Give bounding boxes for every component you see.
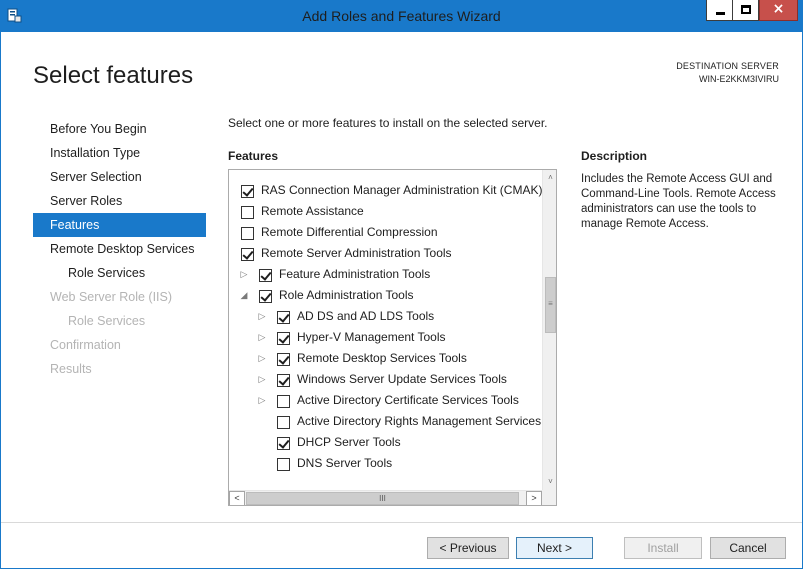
description-heading: Description [581,149,648,163]
close-button[interactable]: × [759,0,798,21]
nav-step-confirmation: Confirmation [50,338,121,352]
feature-checkbox[interactable] [277,353,290,366]
horizontal-scrollbar[interactable]: < III > [229,490,542,505]
scroll-left-icon[interactable]: < [229,491,245,505]
expand-arrow-icon[interactable]: ▷ [257,369,267,390]
destination-server-name: WIN-E2KKM3IVIRU [698,74,779,84]
feature-checkbox[interactable] [277,395,290,408]
scrollbar-corner [542,490,556,505]
feature-row[interactable]: Remote Assistance [229,201,542,222]
features-heading: Features [228,149,279,163]
feature-label[interactable]: Remote Server Administration Tools [261,243,452,264]
feature-label[interactable]: Active Directory Certificate Services To… [297,390,519,411]
feature-checkbox[interactable] [277,437,290,450]
previous-button[interactable]: < Previous [427,537,509,559]
instruction-text: Select one or more features to install o… [228,116,548,130]
grip-icon: ≡ [548,299,553,308]
feature-row[interactable]: DHCP Server Tools [229,432,542,453]
feature-row[interactable]: ▷ Hyper-V Management Tools [229,327,542,348]
feature-label[interactable]: DHCP Server Tools [297,432,401,453]
collapse-arrow-icon[interactable]: ◢ [239,285,249,306]
feature-checkbox[interactable] [277,311,290,324]
horizontal-scroll-thumb[interactable]: III [246,492,519,505]
nav-step-server-roles[interactable]: Server Roles [33,189,206,213]
feature-checkbox[interactable] [241,248,254,261]
feature-label[interactable]: Feature Administration Tools [279,264,430,285]
nav-step-installation-type[interactable]: Installation Type [33,141,206,165]
feature-row[interactable]: ▷ AD DS and AD LDS Tools [229,306,542,327]
expand-arrow-icon[interactable]: ▷ [257,306,267,327]
close-icon: × [772,1,785,17]
feature-label[interactable]: Windows Server Update Services Tools [297,369,507,390]
nav-step-results: Results [50,362,92,376]
feature-row[interactable]: ▷ Feature Administration Tools [229,264,542,285]
feature-row[interactable]: ▷ Active Directory Certificate Services T… [229,390,542,411]
cancel-button[interactable]: Cancel [710,537,786,559]
nav-step-web-server-role-iis: Web Server Role (IIS) [50,290,173,304]
feature-row[interactable]: RAS Connection Manager Administration Ki… [229,180,542,201]
feature-checkbox[interactable] [241,185,254,198]
feature-checkbox[interactable] [277,374,290,387]
expand-arrow-icon[interactable]: ▷ [239,264,249,285]
feature-row[interactable]: ▷ Remote Desktop Services Tools [229,348,542,369]
feature-checkbox[interactable] [277,332,290,345]
nav-step-before-you-begin[interactable]: Before You Begin [33,117,206,141]
scroll-down-icon[interactable]: ˅ [543,474,556,490]
feature-label[interactable]: Remote Assistance [261,201,364,222]
feature-label[interactable]: RAS Connection Manager Administration Ki… [261,180,542,201]
feature-checkbox[interactable] [241,206,254,219]
nav-step-features[interactable]: Features [33,213,206,237]
feature-label[interactable]: Remote Differential Compression [261,222,438,243]
description-text: Includes the Remote Access GUI and Comma… [581,173,776,230]
nav-step-role-services: Role Services [68,314,146,328]
feature-label[interactable]: Role Administration Tools [279,285,414,306]
feature-row[interactable]: Remote Differential Compression [229,222,542,243]
footer-divider [1,522,802,523]
expand-arrow-icon[interactable]: ▷ [257,327,267,348]
feature-row[interactable]: DNS Server Tools [229,453,542,474]
nav-step-remote-desktop-services[interactable]: Remote Desktop Services [33,237,206,261]
minimize-icon [716,12,725,15]
scroll-up-icon[interactable]: ˄ [543,170,556,186]
maximize-button[interactable] [733,0,759,21]
feature-row[interactable]: Remote Server Administration Tools [229,243,542,264]
feature-checkbox[interactable] [277,458,290,471]
feature-label[interactable]: DNS Server Tools [297,453,392,474]
features-tree[interactable]: RAS Connection Manager Administration Ki… [228,169,557,506]
nav-step-role-services[interactable]: Role Services [33,261,206,285]
maximize-icon [741,5,751,14]
feature-checkbox[interactable] [259,290,272,303]
feature-row[interactable]: ▷ Windows Server Update Services Tools [229,369,542,390]
vertical-scrollbar[interactable]: ˄ ≡ ˅ [542,170,556,490]
next-button[interactable]: Next > [516,537,593,559]
scroll-right-icon[interactable]: > [526,491,542,505]
nav-step-server-selection[interactable]: Server Selection [33,165,206,189]
expand-arrow-icon[interactable]: ▷ [257,348,267,369]
feature-row[interactable]: ◢ Role Administration Tools [229,285,542,306]
minimize-button[interactable] [706,0,733,21]
feature-label[interactable]: Hyper-V Management Tools [297,327,446,348]
window-title: Add Roles and Features Wizard [302,8,501,24]
feature-label[interactable]: AD DS and AD LDS Tools [297,306,434,327]
feature-label[interactable]: Remote Desktop Services Tools [297,348,467,369]
page-title: Select features [33,62,194,89]
title-bar[interactable]: Add Roles and Features Wizard × [0,0,803,32]
feature-label[interactable]: Active Directory Rights Management Servi… [297,411,541,432]
feature-checkbox[interactable] [277,416,290,429]
expand-arrow-icon[interactable]: ▷ [257,390,267,411]
vertical-scroll-thumb[interactable]: ≡ [545,277,556,333]
grip-icon: III [379,494,386,503]
install-button[interactable]: Install [624,537,702,559]
feature-checkbox[interactable] [241,227,254,240]
feature-checkbox[interactable] [259,269,272,282]
feature-row[interactable]: Active Directory Rights Management Servi… [229,411,542,432]
features-tree-viewport: RAS Connection Manager Administration Ki… [229,170,542,490]
wizard-steps-nav: Before You Begin Installation Type Server … [33,117,206,381]
destination-server-label: DESTINATION SERVER [676,61,779,71]
